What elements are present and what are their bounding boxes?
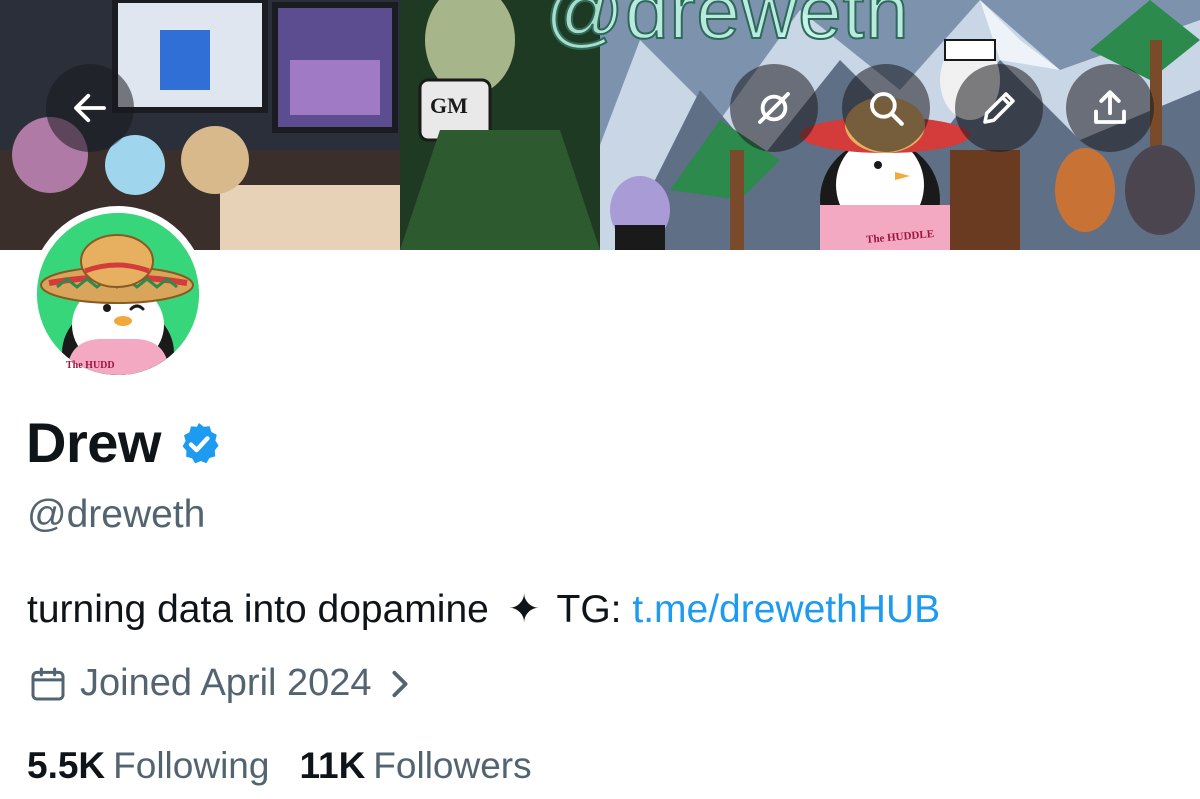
following-label: Following xyxy=(113,745,270,786)
grok-icon xyxy=(758,92,790,124)
profile-handle: @dreweth xyxy=(27,493,206,536)
following-count: 5.5K xyxy=(27,745,106,786)
pencil-icon xyxy=(983,92,1015,124)
avatar[interactable] xyxy=(30,206,206,382)
grok-button[interactable] xyxy=(730,64,818,152)
following-link[interactable]: 5.5K Following xyxy=(27,745,269,787)
followers-count: 11K xyxy=(299,745,366,786)
share-icon xyxy=(1094,90,1126,124)
followers-link[interactable]: 11K Followers xyxy=(299,745,531,787)
sparkle-separator: ✦ xyxy=(507,588,541,631)
bio-text: turning data into dopamine xyxy=(27,588,489,631)
profile-banner[interactable]: @dreweth GM The HUDDLE xyxy=(0,0,1200,250)
display-name: Drew xyxy=(26,411,161,474)
bio-tg-label: TG: xyxy=(556,588,622,631)
penguin-avatar-art xyxy=(37,213,199,375)
mug-text: GM xyxy=(430,93,468,118)
joined-date-text: Joined April 2024 xyxy=(80,662,372,704)
search-icon xyxy=(870,92,904,126)
edit-profile-button[interactable] xyxy=(955,64,1043,152)
avatar-shirt-text: The HUDD xyxy=(66,360,115,371)
back-arrow-icon xyxy=(74,93,106,123)
chevron-right-icon xyxy=(392,670,408,697)
bio-link[interactable]: t.me/drewethHUB xyxy=(632,588,940,631)
followers-label: Followers xyxy=(373,745,532,786)
profile-bio: turning data into dopamine ✦ TG: t.me/dr… xyxy=(27,587,940,633)
display-name-row: Drew xyxy=(26,408,223,478)
follow-stats: 5.5K Following 11K Followers xyxy=(27,745,532,787)
share-button[interactable] xyxy=(1066,64,1154,152)
search-button[interactable] xyxy=(842,64,930,152)
verified-badge-icon[interactable] xyxy=(175,420,223,468)
banner-handle-art: @dreweth xyxy=(544,0,910,56)
avatar-image xyxy=(37,213,199,375)
calendar-icon xyxy=(31,667,65,700)
back-button[interactable] xyxy=(46,64,134,152)
joined-date-row[interactable]: Joined April 2024 xyxy=(28,662,412,705)
